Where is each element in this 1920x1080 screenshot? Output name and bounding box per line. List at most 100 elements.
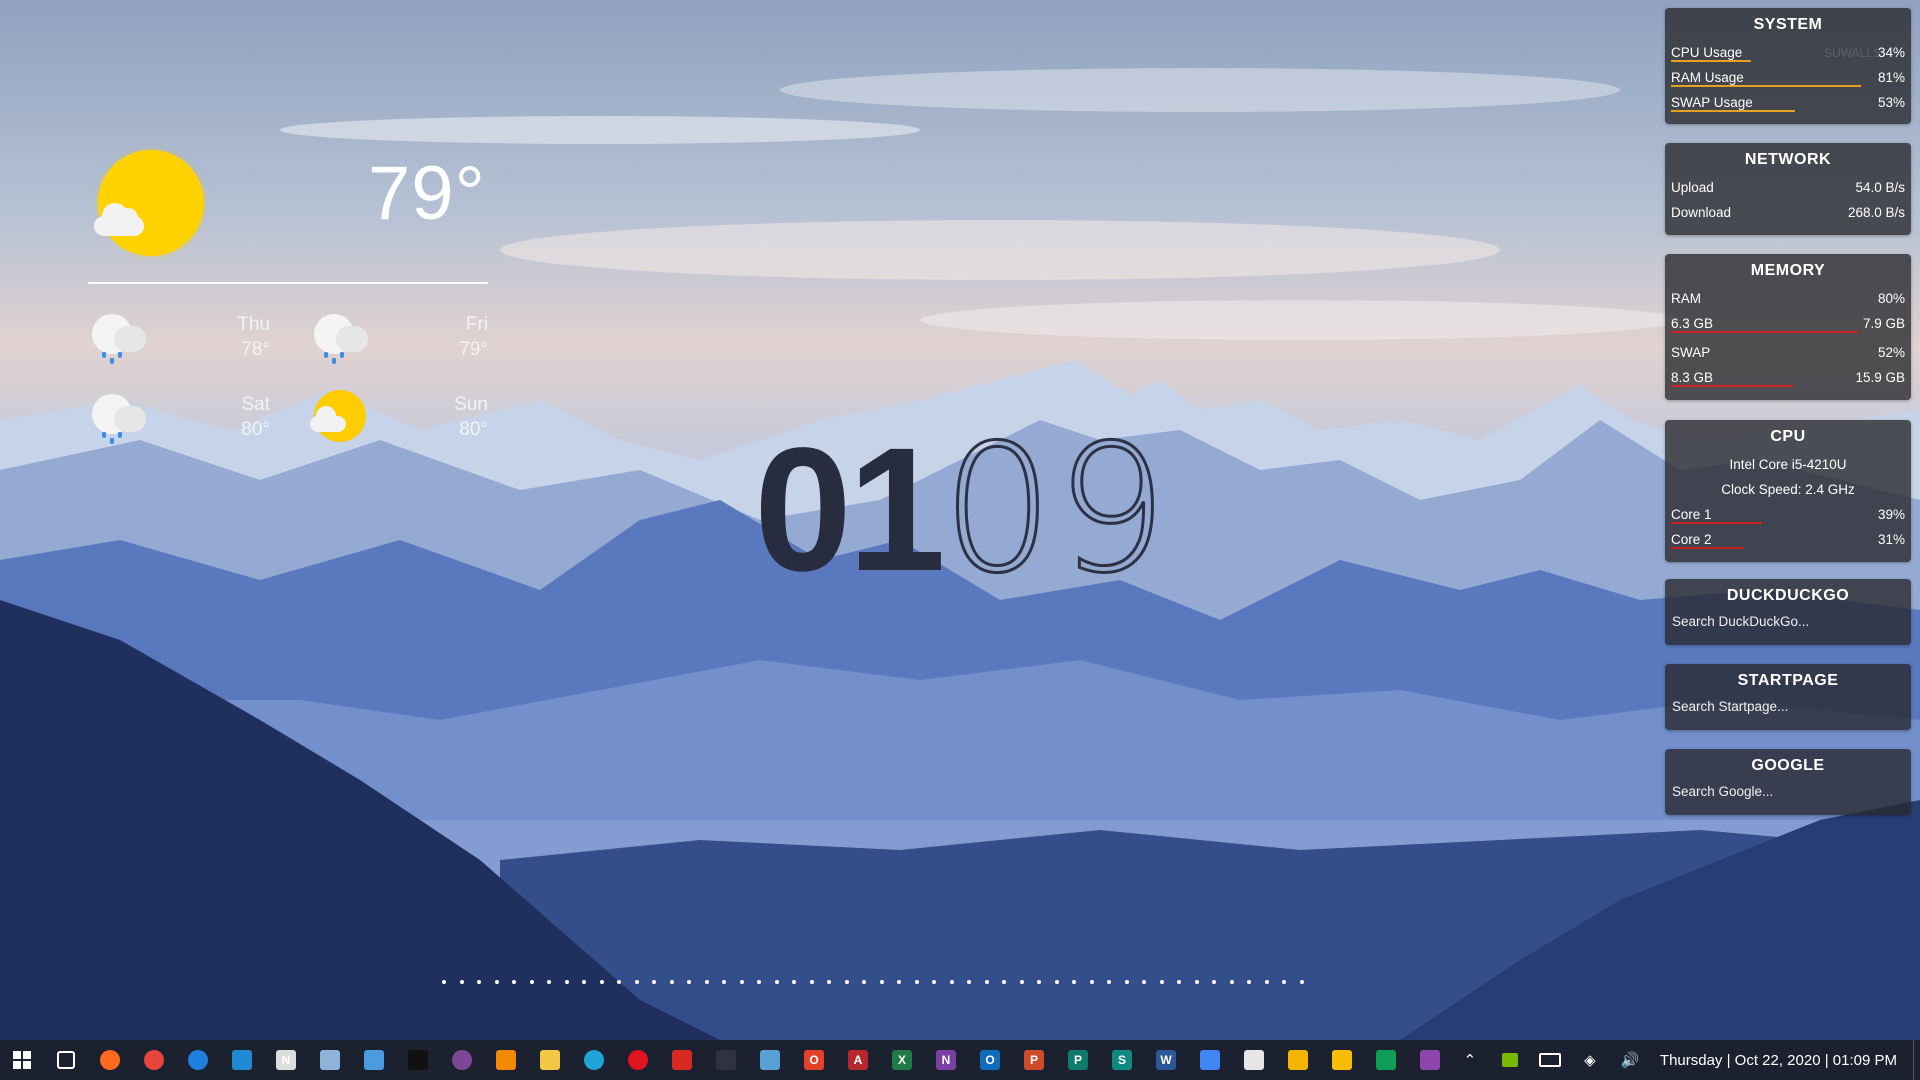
battery-icon[interactable] (1530, 1053, 1570, 1067)
office-icon[interactable]: O (792, 1040, 836, 1080)
windows-start-icon-glyph (12, 1050, 32, 1070)
indicator-dot (512, 980, 516, 984)
volume-icon[interactable]: 🔊 (1610, 1051, 1650, 1069)
row-label: CPU Usage (1671, 45, 1743, 60)
indicator-dot (949, 980, 954, 984)
outlook-icon[interactable]: O (968, 1040, 1012, 1080)
panel-title: MEMORY (1750, 262, 1826, 279)
taskbar-datetime[interactable]: Thursday | Oct 22, 2020 | 01:09 PM (1650, 1052, 1913, 1069)
google-search-input[interactable]: Search Google... (1665, 781, 1911, 807)
indicator-dot (1124, 980, 1129, 984)
duckduckgo-search-input[interactable]: Search DuckDuckGo... (1665, 611, 1911, 637)
fiddler-icon[interactable] (748, 1040, 792, 1080)
acrobat-icon-glyph (672, 1050, 692, 1070)
indicator-dot (669, 980, 674, 984)
keep-icon[interactable] (1320, 1040, 1364, 1080)
chevron-up-icon[interactable]: ⌃ (1450, 1051, 1490, 1069)
row-value: 268.0 B/s (1847, 205, 1905, 220)
firefox-dev-icon[interactable] (176, 1040, 220, 1080)
powerpoint-icon[interactable]: P (1012, 1040, 1056, 1080)
swap-total: 15.9 GB (1855, 370, 1905, 385)
indicator-dot (564, 980, 569, 984)
acrobat-icon[interactable] (660, 1040, 704, 1080)
indicator-dot (862, 980, 866, 984)
indicator-dot (459, 980, 464, 984)
indicator-dot (529, 980, 534, 984)
onenote-icon-glyph: N (936, 1050, 956, 1070)
indicator-dot (1019, 980, 1024, 984)
forecast-fri: Fri 79° (398, 312, 488, 362)
task-view-icon-glyph (57, 1051, 75, 1069)
file-explorer-icon[interactable] (528, 1040, 572, 1080)
vlc-icon[interactable] (484, 1040, 528, 1080)
firefox-icon-glyph (100, 1050, 120, 1070)
indicator-dot (1142, 980, 1146, 984)
indicator-dot (1107, 980, 1111, 984)
terminal-icon[interactable] (396, 1040, 440, 1080)
access-icon[interactable]: A (836, 1040, 880, 1080)
edge-icon[interactable] (572, 1040, 616, 1080)
show-desktop-button[interactable] (1913, 1040, 1920, 1080)
vscode-icon[interactable] (220, 1040, 264, 1080)
terminal-icon-glyph (408, 1050, 428, 1070)
indicator-dot (844, 980, 849, 984)
slides-icon[interactable] (1276, 1040, 1320, 1080)
wifi-icon[interactable]: ◈ (1570, 1051, 1610, 1069)
indicator-dot (617, 980, 621, 984)
excel-icon[interactable]: X (880, 1040, 924, 1080)
system-panel: SYSTEM SUWALLS CPU Usage 34% RAM Usage 8… (1665, 8, 1911, 124)
forecast-day: Thu (237, 314, 270, 335)
download-row: Download 268.0 B/s (1665, 200, 1911, 225)
onenote-icon[interactable]: N (924, 1040, 968, 1080)
forecast-temp: 78° (241, 339, 270, 360)
startpage-search-input[interactable]: Search Startpage... (1665, 696, 1911, 722)
forms-icon[interactable] (1408, 1040, 1452, 1080)
calculator-icon[interactable] (308, 1040, 352, 1080)
notepad-icon[interactable]: N (264, 1040, 308, 1080)
publisher-icon[interactable]: P (1056, 1040, 1100, 1080)
row-value: 81% (1877, 70, 1905, 85)
indicator-dot (1282, 980, 1286, 984)
row-label: Download (1671, 205, 1732, 220)
rain-cloud-icon (88, 388, 146, 446)
docs-icon-glyph (1200, 1050, 1220, 1070)
task-view-icon[interactable] (44, 1040, 88, 1080)
vscode-icon-glyph (232, 1050, 252, 1070)
sheets-icon[interactable] (1364, 1040, 1408, 1080)
tor-browser-icon[interactable] (440, 1040, 484, 1080)
swap-row: SWAP 52% (1665, 340, 1911, 365)
sway-icon[interactable]: S (1100, 1040, 1144, 1080)
row-value: 39% (1877, 507, 1905, 522)
indicator-dot (1229, 980, 1234, 984)
ram-bar (1671, 331, 1859, 333)
panel-title: SYSTEM (1753, 16, 1823, 33)
excel-icon-glyph: X (892, 1050, 912, 1070)
nvidia-icon[interactable] (1490, 1053, 1530, 1067)
indicator-dot (687, 980, 691, 984)
indicator-dot (1299, 980, 1304, 984)
docs-icon[interactable] (1188, 1040, 1232, 1080)
sheets-icon-glyph (1376, 1050, 1396, 1070)
windows-start-icon[interactable] (0, 1040, 44, 1080)
indicator-dot (704, 980, 709, 984)
indicator-dot (599, 980, 604, 984)
terminal-alt-icon-glyph (716, 1050, 736, 1070)
control-panel-icon[interactable] (352, 1040, 396, 1080)
firefox-icon[interactable] (88, 1040, 132, 1080)
indicator-dot (634, 980, 639, 984)
file-icon[interactable] (1232, 1040, 1276, 1080)
keep-icon-glyph (1332, 1050, 1352, 1070)
core-bar (1671, 522, 1763, 524)
chrome-icon[interactable] (132, 1040, 176, 1080)
row-label: Core 1 (1671, 507, 1712, 522)
usage-bar (1671, 85, 1861, 87)
indicator-dot (1072, 980, 1076, 984)
vlc-icon-glyph (496, 1050, 516, 1070)
control-panel-icon-glyph (364, 1050, 384, 1070)
word-icon[interactable]: W (1144, 1040, 1188, 1080)
forecast-thu: Thu 78° (180, 312, 270, 362)
indicator-dot (1247, 980, 1251, 984)
powerpoint-icon-glyph: P (1024, 1050, 1044, 1070)
opera-icon[interactable] (616, 1040, 660, 1080)
terminal-alt-icon[interactable] (704, 1040, 748, 1080)
